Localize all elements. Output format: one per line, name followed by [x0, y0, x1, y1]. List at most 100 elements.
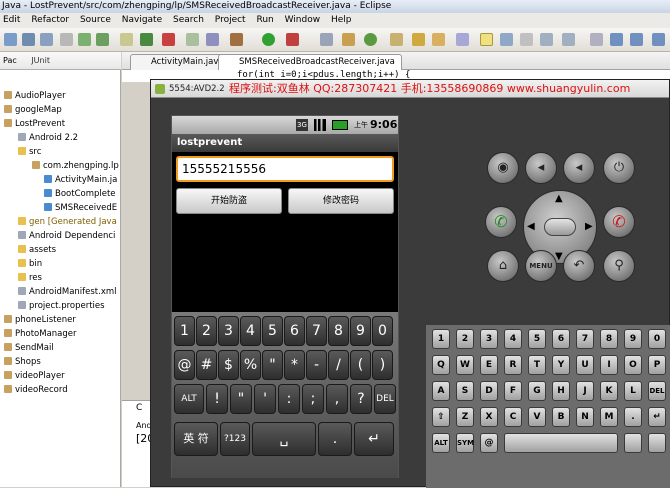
- tree-item-lostprevent[interactable]: LostPrevent: [0, 118, 121, 131]
- print-icon[interactable]: [60, 33, 73, 46]
- soft-key[interactable]: 1: [174, 316, 195, 346]
- hw-key[interactable]: C: [504, 407, 522, 427]
- dpad-right-icon[interactable]: ▶: [585, 221, 593, 232]
- menu-source[interactable]: Source: [80, 15, 111, 25]
- hw-key[interactable]: 4: [504, 329, 522, 349]
- tree-item-manifest[interactable]: AndroidManifest.xml: [0, 286, 121, 299]
- next-annotation-icon[interactable]: [540, 33, 553, 46]
- hw-key[interactable]: P: [648, 355, 666, 375]
- soft-key[interactable]: 3: [218, 316, 239, 346]
- end-call-icon[interactable]: ✆: [603, 206, 635, 238]
- menu-run[interactable]: Run: [256, 15, 273, 25]
- tab-junit[interactable]: JUnit: [31, 56, 50, 65]
- hw-at-key[interactable]: @: [480, 433, 498, 453]
- tree-item-audioplayer[interactable]: AudioPlayer: [0, 90, 121, 103]
- external-tools-icon[interactable]: [120, 33, 133, 46]
- tree-item-bin[interactable]: bin: [0, 258, 121, 271]
- tree-item-activitymain[interactable]: ActivityMain.ja: [0, 174, 121, 187]
- new-icon[interactable]: [4, 33, 17, 46]
- tree-item-project-properties[interactable]: project.properties: [0, 300, 121, 313]
- hw-key[interactable]: T: [528, 355, 546, 375]
- soft-key[interactable]: /: [328, 350, 349, 380]
- hw-key[interactable]: D: [480, 381, 498, 401]
- console-tab-label[interactable]: C: [122, 401, 152, 413]
- hw-key[interactable]: V: [528, 407, 546, 427]
- soft-key[interactable]: #: [196, 350, 217, 380]
- tree-item-res[interactable]: res: [0, 272, 121, 285]
- soft-key[interactable]: !: [206, 384, 228, 414]
- forward-nav-icon[interactable]: [630, 33, 643, 46]
- soft-key[interactable]: $: [218, 350, 239, 380]
- soft-key[interactable]: @: [174, 350, 195, 380]
- hw-key[interactable]: F: [504, 381, 522, 401]
- hw-key[interactable]: I: [600, 355, 618, 375]
- tree-item-videorecord[interactable]: videoRecord: [0, 384, 121, 397]
- hw-key[interactable]: A: [432, 381, 450, 401]
- hw-key[interactable]: 7: [576, 329, 594, 349]
- hw-key[interactable]: 2: [456, 329, 474, 349]
- dpad-up-icon[interactable]: ▲: [555, 193, 563, 204]
- menu-help[interactable]: Help: [331, 15, 352, 25]
- tree-item-phonelistener[interactable]: phoneListener: [0, 314, 121, 327]
- soft-key[interactable]: 4: [240, 316, 261, 346]
- soft-key[interactable]: ": [262, 350, 283, 380]
- tab-package-explorer[interactable]: Pac: [3, 56, 17, 65]
- enter-key[interactable]: ↵: [354, 422, 394, 456]
- soft-key[interactable]: 5: [262, 316, 283, 346]
- delete-key[interactable]: DEL: [374, 384, 396, 414]
- save-all-icon[interactable]: [40, 33, 53, 46]
- soft-key[interactable]: 9: [350, 316, 371, 346]
- tree-item-package[interactable]: com.zhengping.lp: [0, 160, 121, 173]
- tree-item-photomanager[interactable]: PhotoManager: [0, 328, 121, 341]
- soft-key[interactable]: ': [254, 384, 276, 414]
- annotation-icon[interactable]: [456, 33, 469, 46]
- dpad-left-icon[interactable]: ◀: [527, 221, 535, 232]
- search-toolbar-icon[interactable]: [432, 33, 445, 46]
- soft-key[interactable]: 8: [328, 316, 349, 346]
- task-icon[interactable]: [230, 33, 243, 46]
- hw-key[interactable]: W: [456, 355, 474, 375]
- show-whitespace-icon[interactable]: [500, 33, 513, 46]
- soft-key[interactable]: 0: [372, 316, 393, 346]
- hw-key[interactable]: 0: [648, 329, 666, 349]
- hw-key[interactable]: M: [600, 407, 618, 427]
- hw-key[interactable]: Z: [456, 407, 474, 427]
- menu-project[interactable]: Project: [215, 15, 246, 25]
- new-java-project-icon[interactable]: [320, 33, 333, 46]
- run-icon[interactable]: [262, 33, 275, 46]
- hw-key[interactable]: 5: [528, 329, 546, 349]
- phone-number-input[interactable]: 15555215556: [176, 156, 394, 182]
- hw-key[interactable]: L: [624, 381, 642, 401]
- hw-key[interactable]: [624, 433, 642, 453]
- tree-item-googlemap[interactable]: googleMap: [0, 104, 121, 117]
- tree-item-sendmail[interactable]: SendMail: [0, 342, 121, 355]
- tree-item-android-lib[interactable]: Android 2.2: [0, 132, 121, 145]
- menu-edit[interactable]: Edit: [3, 15, 20, 25]
- back-nav-icon[interactable]: [610, 33, 623, 46]
- soft-key[interactable]: -: [306, 350, 327, 380]
- menu-refactor[interactable]: Refactor: [31, 15, 69, 25]
- volume-up-icon[interactable]: ◂: [563, 152, 595, 184]
- new-class-icon[interactable]: [364, 33, 377, 46]
- tree-item-smsreceived[interactable]: SMSReceivedE: [0, 202, 121, 215]
- hw-alt-key[interactable]: ALT: [432, 433, 450, 453]
- hw-key[interactable]: K: [600, 381, 618, 401]
- hw-key[interactable]: 1: [432, 329, 450, 349]
- tree-item-videoplayer[interactable]: videoPlayer: [0, 370, 121, 383]
- symbols-key[interactable]: ?123: [220, 422, 250, 456]
- hw-space-key[interactable]: [504, 433, 618, 453]
- soft-key[interactable]: ): [372, 350, 393, 380]
- hw-key[interactable]: S: [456, 381, 474, 401]
- new-package-icon[interactable]: [342, 33, 355, 46]
- change-password-button[interactable]: 修改密码: [288, 188, 394, 214]
- hw-key[interactable]: [648, 433, 666, 453]
- soft-key[interactable]: ;: [302, 384, 324, 414]
- debug-icon[interactable]: [162, 33, 175, 46]
- hw-del-key[interactable]: DEL: [648, 381, 666, 401]
- block-select-icon[interactable]: [520, 33, 533, 46]
- hw-key[interactable]: .: [624, 407, 642, 427]
- space-key[interactable]: ␣: [252, 422, 316, 456]
- tree-item-src[interactable]: src: [0, 146, 121, 159]
- hw-key[interactable]: N: [576, 407, 594, 427]
- input-method-key[interactable]: 英 符: [174, 422, 218, 456]
